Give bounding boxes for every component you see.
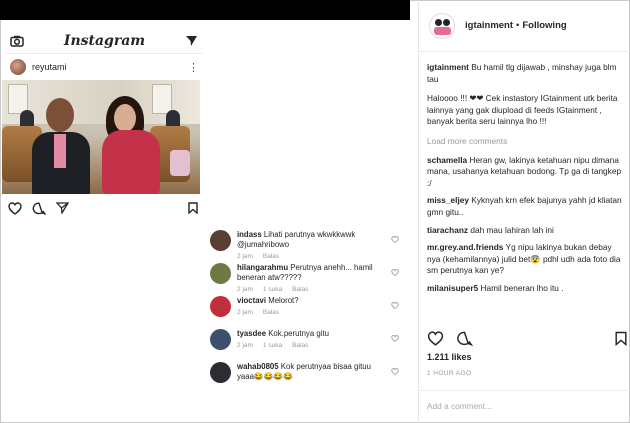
comment-thread: indass Lihati parutnya wkwkkwwk @jumahri… — [210, 230, 405, 395]
avatar[interactable] — [210, 329, 231, 350]
send-icon[interactable] — [185, 35, 198, 47]
camera-icon[interactable] — [10, 35, 24, 47]
comment-text: Hamil beneran lho itu . — [480, 282, 564, 293]
comment-time: 2 jam — [237, 309, 253, 316]
comment-likes: 1 suka — [262, 342, 283, 349]
list-item: tiarachanz dah mau lahiran lah ini — [427, 225, 627, 237]
separator: • — [516, 20, 520, 31]
account-username[interactable]: igtainment — [465, 20, 513, 31]
bookmark-icon[interactable] — [188, 202, 198, 214]
post-detail-panel: igtainment • Following igtainment Bu ham… — [418, 0, 630, 423]
reply-link[interactable]: Balas — [263, 309, 279, 316]
avatar[interactable] — [210, 230, 231, 251]
more-icon[interactable]: ⋮ — [188, 61, 199, 74]
heart-icon[interactable] — [427, 330, 444, 346]
comment-username[interactable]: schamella — [427, 155, 467, 165]
avatar[interactable] — [429, 12, 455, 39]
comment-time: 2 jam — [237, 253, 253, 260]
bookmark-icon[interactable] — [615, 331, 627, 346]
comment-username[interactable]: milanisuper5 — [427, 283, 478, 293]
list-item: miss_eljey Kyknyah krn efek bajunya yahh… — [427, 195, 627, 218]
reply-link[interactable]: Balas — [292, 342, 308, 349]
photo-woman-face — [114, 104, 136, 132]
comment-text: Melorot? — [268, 296, 299, 305]
photo-woman — [102, 130, 160, 194]
avatar[interactable] — [210, 296, 231, 317]
caption-text-2: Haloooo !!! ❤❤ Cek instastory IGtainment… — [427, 93, 618, 127]
comment-username[interactable]: hilangarahmu — [237, 263, 288, 272]
list-item: indass Lihati parutnya wkwkkwwk @jumahri… — [210, 230, 405, 263]
list-item: wahab0805 Kok perutnyaa bisaa gituu yaaa… — [210, 362, 405, 395]
photo-man-head — [46, 98, 74, 132]
add-comment-input[interactable]: Add a comment... — [419, 390, 630, 423]
post-author-row[interactable]: reyutami ⋮ — [6, 56, 202, 78]
list-item: mr.grey.and.friends Yg nipu lakinya buka… — [427, 242, 627, 277]
load-more-comments-link[interactable]: Load more comments — [427, 136, 627, 148]
comment-username[interactable]: tyasdee — [237, 329, 266, 338]
reply-link[interactable]: Balas — [292, 286, 308, 293]
list-item: schamella Heran gw, lakinya ketahuan nip… — [427, 155, 627, 190]
instagram-logo: Instagram — [63, 32, 146, 49]
comment-username[interactable]: tiarachanz — [427, 225, 468, 235]
comment-username[interactable]: vioctavi — [237, 296, 266, 305]
black-top-bar — [0, 0, 410, 20]
post-actions — [8, 198, 198, 218]
reply-link[interactable]: Balas — [263, 253, 279, 260]
comment-text: Kok.perutnya gitu — [268, 329, 329, 338]
photo-window — [152, 84, 172, 114]
list-item: milanisuper5 Hamil beneran lho itu . — [427, 283, 627, 295]
comment-username[interactable]: mr.grey.and.friends — [427, 242, 503, 252]
heart-icon[interactable] — [391, 302, 399, 309]
heart-icon[interactable] — [8, 201, 22, 215]
list-item: vioctavi Melorot? 2 jam Balas — [210, 296, 405, 329]
comment-likes: 1 suka — [262, 286, 283, 293]
list-item: hilangarahmu Perutnya anehh... hamil ben… — [210, 263, 405, 296]
comment-username[interactable]: indass — [237, 230, 262, 239]
post-header: igtainment • Following — [419, 0, 630, 52]
send-icon[interactable] — [56, 202, 69, 214]
comment-text: dah mau lahiran lah ini — [470, 224, 554, 235]
caption: igtainment Bu hamil tlg dijawab , minsha… — [427, 62, 627, 85]
photo-bag — [170, 150, 190, 176]
photo-man-shirt — [54, 134, 66, 168]
heart-icon[interactable] — [391, 269, 399, 276]
comment-time: 2 jam — [237, 286, 253, 293]
comment-icon[interactable] — [32, 201, 46, 215]
avatar[interactable] — [210, 263, 231, 284]
post-photo — [2, 80, 200, 194]
avatar[interactable] — [210, 362, 231, 383]
heart-icon[interactable] — [391, 236, 399, 243]
list-item: tyasdee Kok.perutnya gitu 2 jam 1 suka Bal… — [210, 329, 405, 362]
likes-count[interactable]: 1.211 likes — [427, 352, 472, 362]
heart-icon[interactable] — [391, 368, 399, 375]
comments-area: igtainment Bu hamil tlg dijawab , minsha… — [427, 62, 627, 301]
instagram-app-header: Instagram — [6, 28, 202, 54]
comment-icon[interactable] — [456, 331, 473, 346]
post-timestamp: 1 HOUR AGO — [427, 370, 472, 377]
post-username[interactable]: reyutami — [32, 62, 67, 72]
comment-username[interactable]: miss_eljey — [427, 195, 469, 205]
heart-icon[interactable] — [391, 335, 399, 342]
comment-time: 2 jam — [237, 342, 253, 349]
post-actions — [427, 328, 627, 348]
comment-username[interactable]: wahab0805 — [237, 362, 279, 371]
caption-username[interactable]: igtainment — [427, 62, 469, 72]
following-button[interactable]: Following — [522, 20, 566, 31]
avatar[interactable] — [10, 59, 26, 75]
